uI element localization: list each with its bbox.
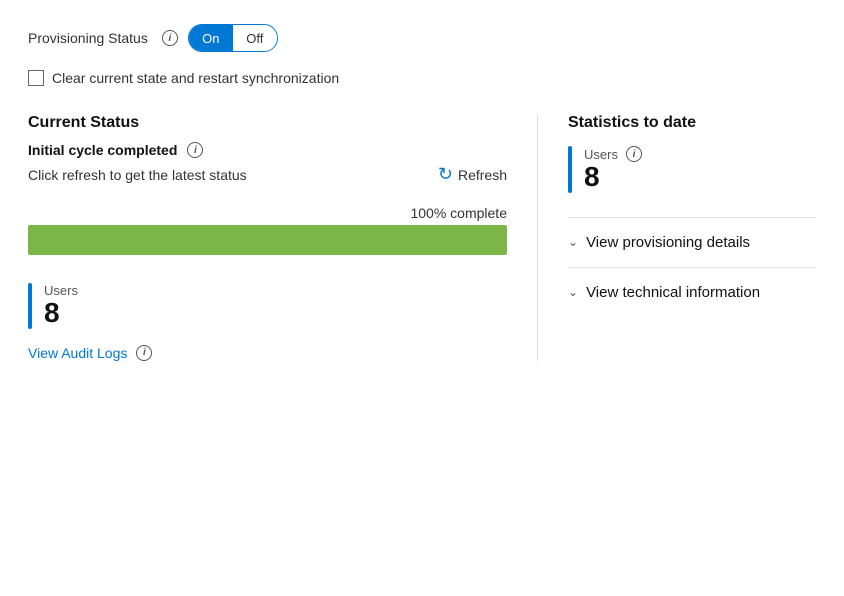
users-stat-label: Users: [44, 283, 78, 298]
stats-users-number: 8: [584, 162, 642, 193]
refresh-icon: ↻: [438, 164, 453, 185]
view-technical-information-label: View technical information: [586, 284, 760, 301]
view-provisioning-details-row[interactable]: ⌄ View provisioning details: [568, 234, 816, 251]
left-panel: Current Status Initial cycle completed i…: [28, 114, 538, 361]
progress-label: 100% complete: [28, 205, 507, 221]
audit-link-label: View Audit Logs: [28, 345, 127, 361]
provisioning-details-chevron-icon: ⌄: [568, 235, 578, 249]
view-provisioning-details-label: View provisioning details: [586, 234, 750, 251]
bottom-users-section: Users 8 View Audit Logs i: [28, 283, 507, 361]
toggle-on-option[interactable]: On: [189, 25, 233, 51]
cycle-label: Initial cycle completed: [28, 142, 177, 158]
progress-bar-container: [28, 225, 507, 255]
statistics-title: Statistics to date: [568, 114, 816, 132]
divider-1: [568, 217, 816, 218]
users-stat-bar: [28, 283, 32, 329]
provisioning-status-label: Provisioning Status: [28, 30, 148, 46]
users-stat-block: Users 8: [28, 283, 507, 329]
view-audit-logs-link[interactable]: View Audit Logs i: [28, 345, 507, 361]
provisioning-info-icon[interactable]: i: [162, 30, 178, 46]
view-technical-information-row[interactable]: ⌄ View technical information: [568, 284, 816, 301]
stats-users-info-icon[interactable]: i: [626, 146, 642, 162]
technical-info-chevron-icon: ⌄: [568, 285, 578, 299]
refresh-label: Refresh: [458, 167, 507, 183]
users-stat-number: 8: [44, 298, 78, 329]
refresh-button[interactable]: ↻ Refresh: [438, 164, 507, 185]
progress-bar-fill: [28, 225, 507, 255]
current-status-title: Current Status: [28, 114, 507, 132]
right-panel: Statistics to date Users i 8 ⌄ View prov…: [538, 114, 816, 317]
stats-users-content: Users i 8: [584, 146, 642, 193]
main-layout: Current Status Initial cycle completed i…: [28, 114, 816, 361]
provisioning-status-row: Provisioning Status i On Off: [28, 24, 816, 52]
toggle-off-option[interactable]: Off: [233, 25, 277, 51]
cycle-row: Initial cycle completed i: [28, 142, 507, 158]
cycle-info-icon[interactable]: i: [187, 142, 203, 158]
stats-users-block: Users i 8: [568, 146, 816, 193]
provisioning-toggle[interactable]: On Off: [188, 24, 278, 52]
stats-users-bar: [568, 146, 572, 193]
clear-state-checkbox[interactable]: [28, 70, 44, 86]
users-stat-content: Users 8: [44, 283, 78, 329]
clear-state-label: Clear current state and restart synchron…: [52, 70, 339, 86]
audit-info-icon[interactable]: i: [136, 345, 152, 361]
refresh-row: Click refresh to get the latest status ↻…: [28, 164, 507, 185]
divider-2: [568, 267, 816, 268]
refresh-hint: Click refresh to get the latest status: [28, 167, 247, 183]
checkbox-row[interactable]: Clear current state and restart synchron…: [28, 70, 816, 86]
stats-users-label: Users i: [584, 146, 642, 162]
